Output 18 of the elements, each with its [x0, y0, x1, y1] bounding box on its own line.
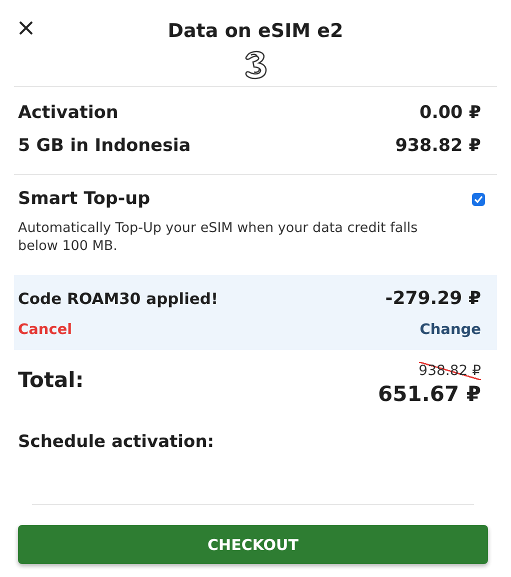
logo-icon [242, 50, 268, 80]
checkout-button[interactable]: CHECKOUT [18, 525, 488, 564]
change-link[interactable]: Change [420, 322, 481, 338]
cancel-link[interactable]: Cancel [18, 322, 72, 338]
total-label: Total: [18, 368, 84, 394]
promo-message: Code ROAM30 applied! [18, 290, 218, 308]
window-title: Data on eSIM e2 [168, 20, 344, 42]
schedule-label: Schedule activation: [18, 432, 216, 452]
smart-topup-description: Automatically Top-Up your eSIM when your data credit falls below 100 MB. [18, 219, 419, 255]
item-label: Activation [18, 103, 118, 123]
item-label: 5 GB in Indonesia [18, 136, 191, 156]
smart-topup-title: Smart Top-up [18, 189, 150, 209]
item-price: 938.82 ₽ [395, 136, 481, 156]
item-price: 0.00 ₽ [420, 103, 481, 123]
close-icon [18, 20, 34, 36]
smart-topup-checkbox[interactable] [472, 193, 485, 206]
promo-discount: -279.29 ₽ [385, 288, 481, 309]
total-price: 651.67 ₽ [378, 382, 481, 406]
